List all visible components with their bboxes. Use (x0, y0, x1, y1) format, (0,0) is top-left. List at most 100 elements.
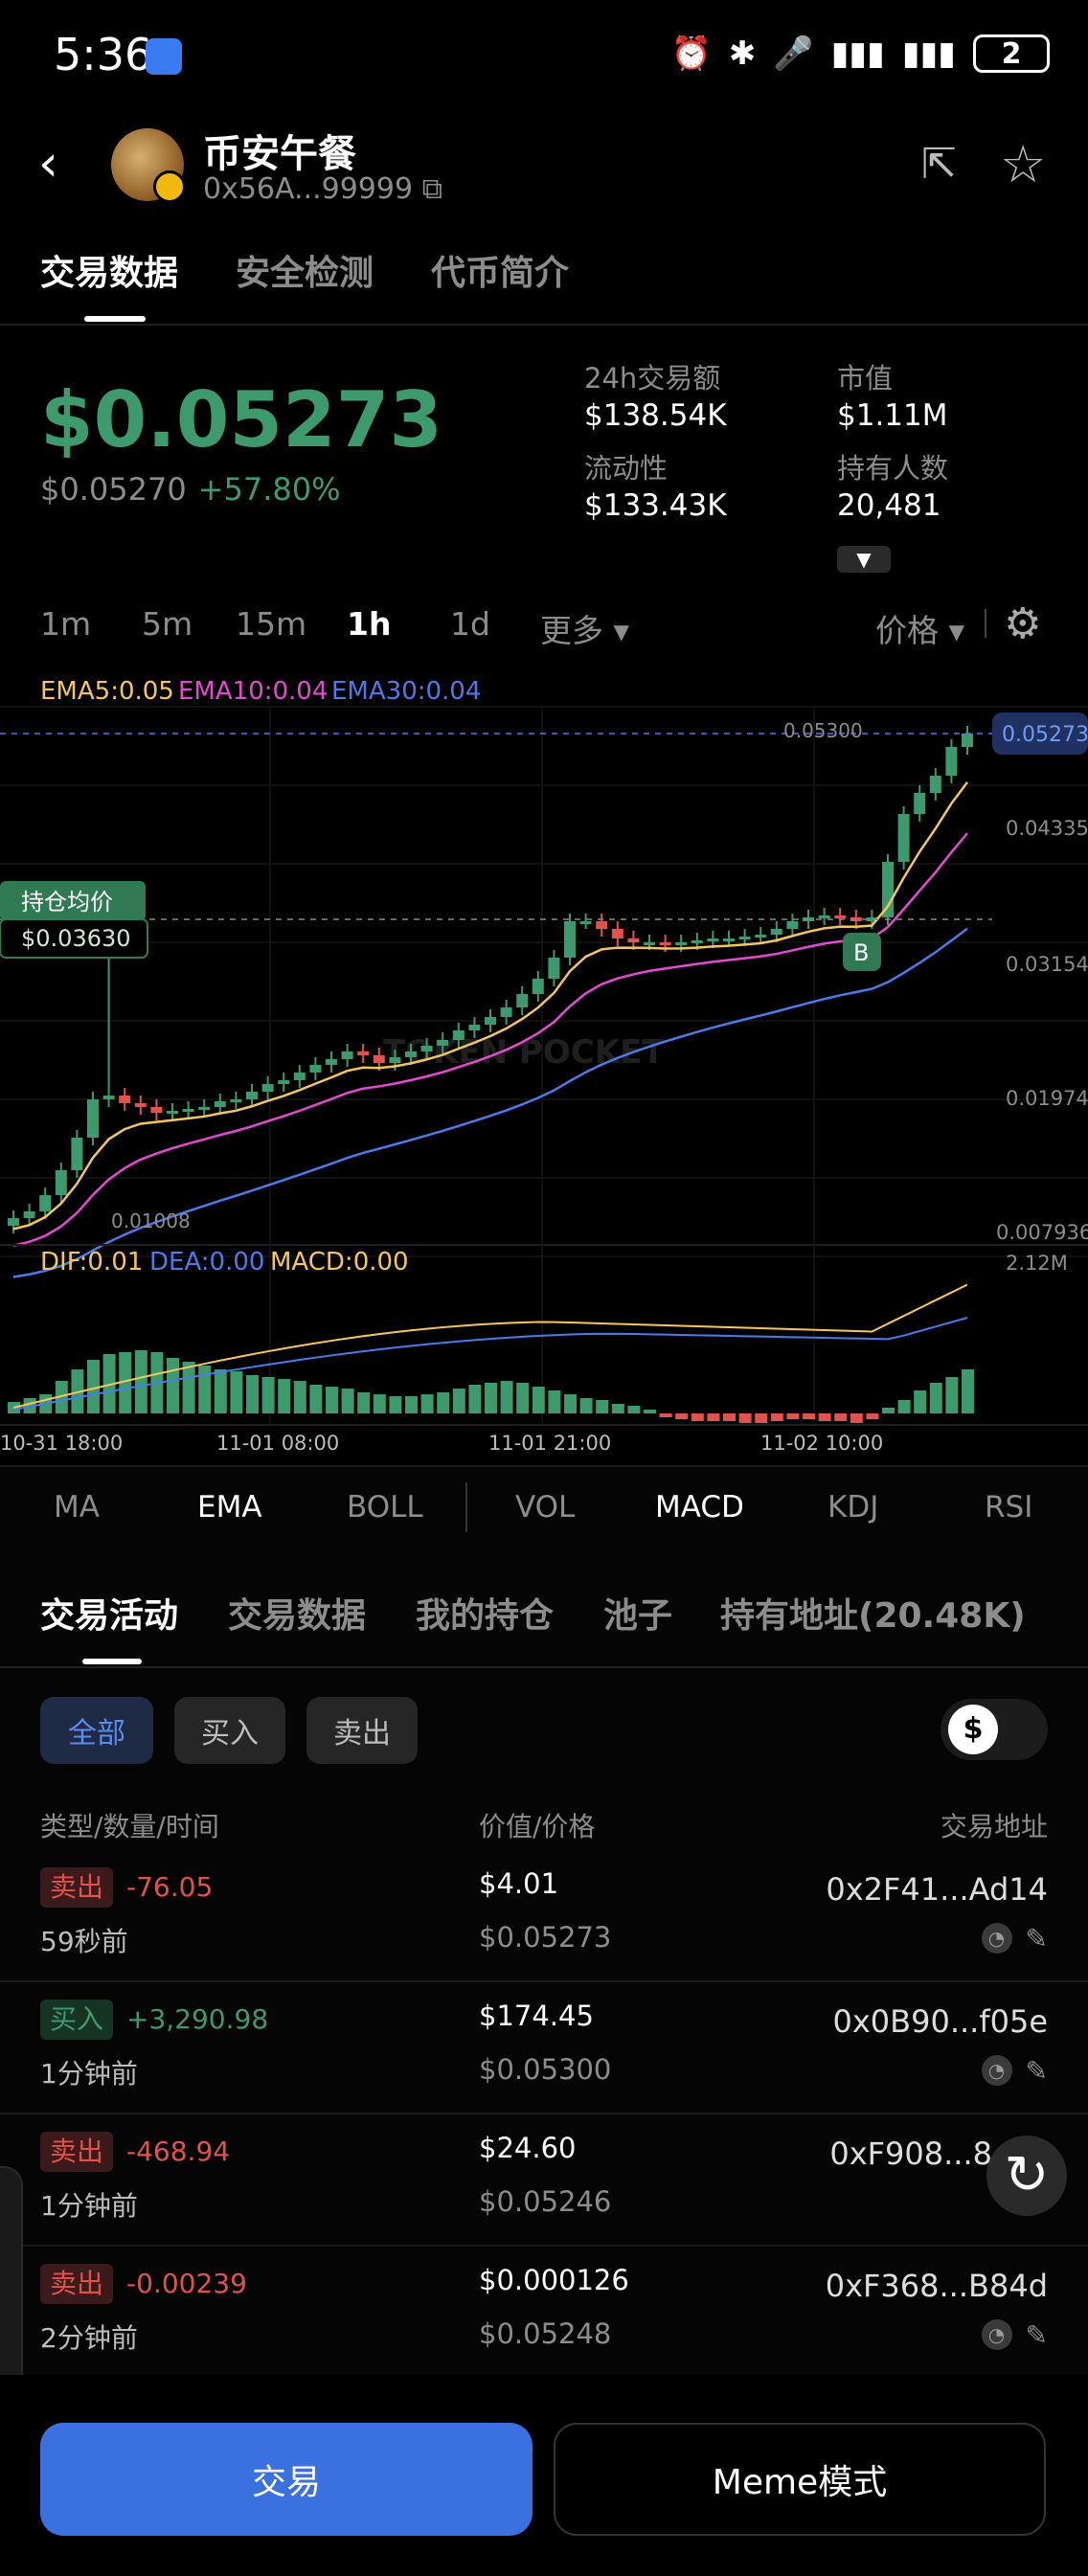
filter-sell[interactable]: 卖出 (306, 1697, 418, 1764)
filter-buy[interactable]: 买入 (174, 1697, 285, 1764)
trade-row[interactable]: 卖出 -468.94 1分钟前 $24.60 $0.05246 0xF908..… (0, 2114, 1088, 2247)
candle (818, 915, 830, 918)
candle (738, 937, 751, 939)
candle (707, 938, 719, 941)
price-subline: $0.05270 +57.80% (40, 471, 341, 508)
signal-icon: ▮▮▮ (830, 34, 885, 73)
copy-icon[interactable]: ⧉ (422, 172, 442, 206)
indicator-ma[interactable]: MA (54, 1490, 100, 1525)
indicator-ema[interactable]: EMA (197, 1490, 262, 1525)
ema10-legend: EMA10:0.04 (178, 677, 328, 706)
timeframe-1d[interactable]: 1d (450, 605, 490, 643)
macd-bar (866, 1413, 879, 1419)
tab-trade-activity[interactable]: 交易活动 (40, 1588, 178, 1638)
timeframe-1h[interactable]: 1h (347, 605, 391, 643)
edit-icon[interactable]: ✎ (1026, 2055, 1048, 2087)
trade-row[interactable]: 卖出 -76.05 59秒前 $4.01 $0.05273 0x2F41...A… (0, 1850, 1088, 1982)
dollar-icon[interactable]: $ (948, 1705, 998, 1754)
divider (985, 609, 986, 638)
active-tab-indicator (82, 1659, 142, 1664)
candle (182, 1109, 194, 1112)
avg-cost-label: 持仓均价 (21, 889, 113, 915)
trade-button[interactable]: 交易 (40, 2423, 533, 2536)
candle (675, 942, 688, 945)
tab-trade-data[interactable]: 交易数据 (40, 245, 178, 295)
macd-bar (326, 1387, 338, 1413)
macd-bar (659, 1413, 672, 1417)
timeframe-15m[interactable]: 15m (236, 605, 306, 643)
macd-bar (134, 1350, 147, 1413)
usd-price: $0.05270 (40, 471, 187, 508)
candle (214, 1101, 226, 1107)
trade-address[interactable]: 0x2F41...Ad14 (826, 1871, 1048, 1908)
divider (465, 1482, 467, 1532)
trade-time: 1分钟前 (40, 2190, 138, 2222)
candle (882, 862, 894, 917)
tab-pools[interactable]: 池子 (603, 1588, 672, 1638)
macd-bar (929, 1383, 942, 1413)
back-icon[interactable]: ‹ (38, 139, 77, 189)
candle (914, 793, 926, 814)
candle (500, 1007, 512, 1017)
trade-address[interactable]: 0x0B90...f05e (832, 2003, 1048, 2040)
trade-qty: -0.00239 (126, 2268, 247, 2299)
indicator-kdj[interactable]: KDJ (827, 1490, 878, 1525)
candle (755, 935, 767, 938)
share-icon[interactable]: ⇱ (921, 140, 969, 189)
timeframe-more[interactable]: 更多 ▾ (540, 605, 629, 651)
timeframe-1m[interactable]: 1m (40, 605, 91, 643)
trade-address[interactable]: 0xF908...8 (829, 2135, 992, 2172)
filter-all[interactable]: 全部 (40, 1697, 153, 1764)
meme-mode-button[interactable]: Meme模式 (554, 2423, 1046, 2536)
trade-row[interactable]: 买入 +3,290.98 1分钟前 $174.45 $0.05300 0x0B9… (0, 1982, 1088, 2114)
timeframe-5m[interactable]: 5m (142, 605, 193, 643)
candle (373, 1055, 385, 1063)
trade-value: $24.60 (479, 2132, 577, 2164)
candle (405, 1051, 417, 1057)
tab-holder-addresses[interactable]: 持有地址(20.48K) (720, 1588, 1026, 1638)
macd-bar (198, 1366, 212, 1413)
candle (198, 1107, 211, 1110)
indicator-rsi[interactable]: RSI (985, 1490, 1032, 1525)
ema5-line (12, 781, 968, 1231)
indicator-vol[interactable]: VOL (515, 1490, 575, 1525)
expand-stats-icon[interactable]: ▼ (837, 546, 891, 573)
macd-bar (485, 1383, 497, 1413)
candle (293, 1073, 306, 1080)
macd-histogram (8, 1350, 974, 1423)
token-address[interactable]: 0x56A...99999 ⧉ (203, 172, 442, 206)
liquidity-label: 流动性 (584, 452, 669, 485)
price-type-select[interactable]: 价格 ▾ (875, 605, 964, 651)
macd-bar (818, 1413, 831, 1421)
explorer-icon[interactable]: ◔ (981, 2055, 1012, 2086)
tab-trade-stats[interactable]: 交易数据 (228, 1588, 366, 1638)
tab-my-holdings[interactable]: 我的持仓 (416, 1588, 554, 1638)
star-icon[interactable]: ☆ (1000, 134, 1057, 194)
trade-type-badge: 买入 (40, 2000, 114, 2040)
macd-bar (261, 1377, 275, 1413)
price-chart[interactable]: EMA5:0.05 EMA10:0.04 EMA30:0.04 TOKEN PO… (0, 670, 1088, 1465)
trade-type-badge: 卖出 (40, 1867, 114, 1908)
trade-price: $0.05246 (479, 2185, 612, 2218)
macd-bar (548, 1390, 561, 1413)
trade-address[interactable]: 0xF368...B84d (826, 2268, 1048, 2304)
tab-token-intro[interactable]: 代币简介 (431, 245, 569, 295)
buy-marker-text: B (853, 939, 869, 966)
token-address-text: 0x56A...99999 (203, 172, 414, 206)
trade-price: $0.05273 (479, 1921, 612, 1954)
refresh-icon[interactable]: ↻ (986, 2135, 1067, 2216)
macd-bar (357, 1392, 371, 1413)
explorer-icon[interactable]: ◔ (981, 2319, 1012, 2350)
macd-bar (914, 1390, 927, 1413)
settings-gear-icon[interactable]: ⚙ (1004, 599, 1050, 648)
indicator-boll[interactable]: BOLL (347, 1490, 423, 1525)
trade-row[interactable]: 卖出 -0.00239 2分钟前 $0.000126 $0.05248 0xF3… (0, 2247, 1088, 2379)
edit-icon[interactable]: ✎ (1026, 2319, 1048, 2351)
tab-security-check[interactable]: 安全检测 (236, 245, 374, 295)
edit-icon[interactable]: ✎ (1026, 1923, 1048, 1955)
explorer-icon[interactable]: ◔ (981, 1923, 1012, 1954)
macd-bar (850, 1413, 863, 1423)
indicator-macd[interactable]: MACD (655, 1490, 744, 1525)
candle (278, 1080, 290, 1084)
chain-badge-icon (153, 170, 186, 203)
